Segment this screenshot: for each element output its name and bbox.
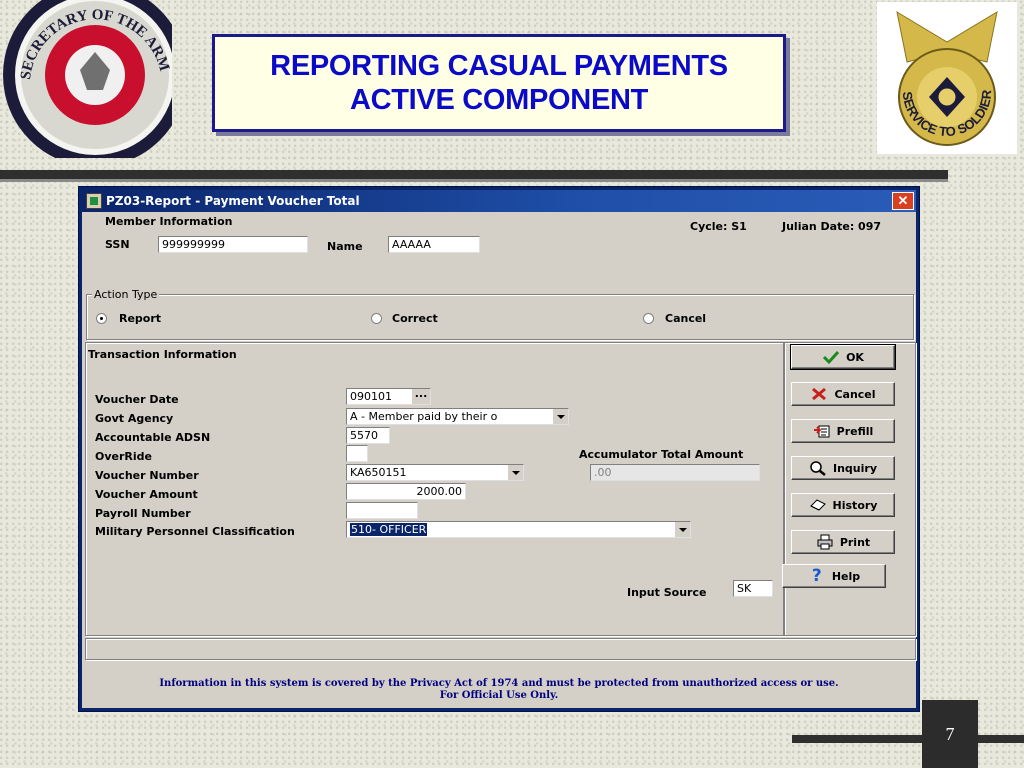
accumulator-total-label: Accumulator Total Amount [579,448,744,461]
govt-agency-dropdown-arrow-icon[interactable] [552,409,568,424]
payroll-number-label: Payroll Number [95,507,191,520]
prefill-button[interactable]: Prefill [791,419,895,443]
app-icon [86,193,102,209]
input-source-field[interactable]: SK [733,580,773,597]
voucher-date-label: Voucher Date [95,393,179,406]
accumulator-total-field: .00 [590,464,760,481]
cycle-label: Cycle: S1 [690,220,747,233]
mpc-dropdown-arrow-icon[interactable] [674,522,690,537]
override-field[interactable] [346,445,368,462]
override-label: OverRide [95,450,152,463]
history-button[interactable]: History [791,493,895,517]
voucher-date-value: 090101 [350,390,392,403]
question-mark-icon: ? [811,566,822,586]
history-button-label: History [832,498,878,512]
voucher-date-field[interactable]: 090101 ... [346,388,431,405]
print-button[interactable]: Print [791,530,895,554]
decorative-bar-bottom [792,735,1024,743]
action-type-label: Action Type [92,288,160,301]
privacy-notice-line-1: Information in this system is covered by… [159,678,839,689]
magnifier-icon [810,461,826,476]
help-button[interactable]: ? Help [782,564,886,588]
dialog-client-area: Member Information Cycle: S1 Julian Date… [82,212,916,708]
voucher-date-picker-button[interactable]: ... [412,389,430,404]
window-close-button[interactable]: ✕ [892,192,914,210]
help-button-label: Help [831,569,861,583]
inquiry-button-label: Inquiry [833,461,877,475]
history-eraser-icon [809,499,826,511]
govt-agency-label: Govt Agency [95,412,174,425]
prefill-button-label: Prefill [836,424,874,438]
input-source-label: Input Source [627,586,707,599]
slide-title-line-2: ACTIVE COMPONENT [349,84,649,116]
window-title: PZ03-Report - Payment Voucher Total [106,194,360,208]
status-bar [85,638,916,660]
ok-button[interactable]: OK [790,344,896,370]
ssn-field[interactable]: 999999999 [158,236,308,253]
voucher-number-label: Voucher Number [95,469,199,482]
cancel-button[interactable]: Cancel [791,382,895,406]
ok-button-label: OK [846,350,864,364]
voucher-amount-field[interactable]: 2000.00 [346,483,466,500]
window-title-bar[interactable]: PZ03-Report - Payment Voucher Total ✕ [82,190,916,212]
decorative-bar-top-shadow [0,179,948,182]
radio-correct[interactable] [371,313,382,324]
inquiry-button[interactable]: Inquiry [791,456,895,480]
accountable-adsn-label: Accountable ADSN [95,431,211,444]
radio-cancel[interactable] [643,313,654,324]
govt-agency-dropdown[interactable]: A - Member paid by their o [346,408,569,425]
transaction-info-label: Transaction Information [88,348,237,361]
print-button-label: Print [839,535,871,549]
name-field[interactable]: AAAAA [388,236,480,253]
name-label: Name [327,240,363,253]
accountable-adsn-field[interactable]: 5570 [346,427,390,444]
julian-date-label: Julian Date: 097 [782,220,882,233]
slide-title-box: REPORTING CASUAL PAYMENTS ACTIVE COMPONE… [212,34,786,132]
payment-voucher-window: PZ03-Report - Payment Voucher Total ✕ Me… [78,186,920,712]
action-type-group [86,294,914,340]
mpc-value: 510- OFFICER [350,523,428,536]
slide-title-line-1: REPORTING CASUAL PAYMENTS [270,50,728,82]
member-info-label: Member Information [105,215,233,228]
decorative-bar-top [0,170,948,179]
red-x-icon [812,387,827,401]
payroll-number-field[interactable] [346,502,418,519]
voucher-number-value: KA650151 [350,466,407,479]
voucher-number-dropdown[interactable]: KA650151 [346,464,524,481]
service-to-soldiers-insignia: SERVICE TO SOLDIERS [873,0,1017,154]
cancel-button-label: Cancel [834,387,876,401]
radio-cancel-label[interactable]: Cancel [665,312,706,325]
radio-correct-label[interactable]: Correct [392,312,438,325]
printer-icon [817,534,833,550]
secretary-of-army-seal: SECRETARY OF THE ARMY [0,0,172,158]
privacy-notice-line-2: For Official Use Only. [439,690,559,701]
page-number: 7 [922,700,978,768]
checkmark-icon [823,350,840,365]
radio-report-label[interactable]: Report [119,312,161,325]
voucher-amount-label: Voucher Amount [95,488,198,501]
military-personnel-classification-label: Military Personnel Classification [95,525,295,538]
voucher-number-dropdown-arrow-icon[interactable] [507,465,523,480]
mpc-dropdown[interactable]: 510- OFFICER [346,521,691,538]
govt-agency-value: A - Member paid by their o [350,410,498,423]
radio-report[interactable] [96,313,107,324]
prefill-document-icon [813,425,830,438]
ssn-label: SSN [105,238,130,251]
